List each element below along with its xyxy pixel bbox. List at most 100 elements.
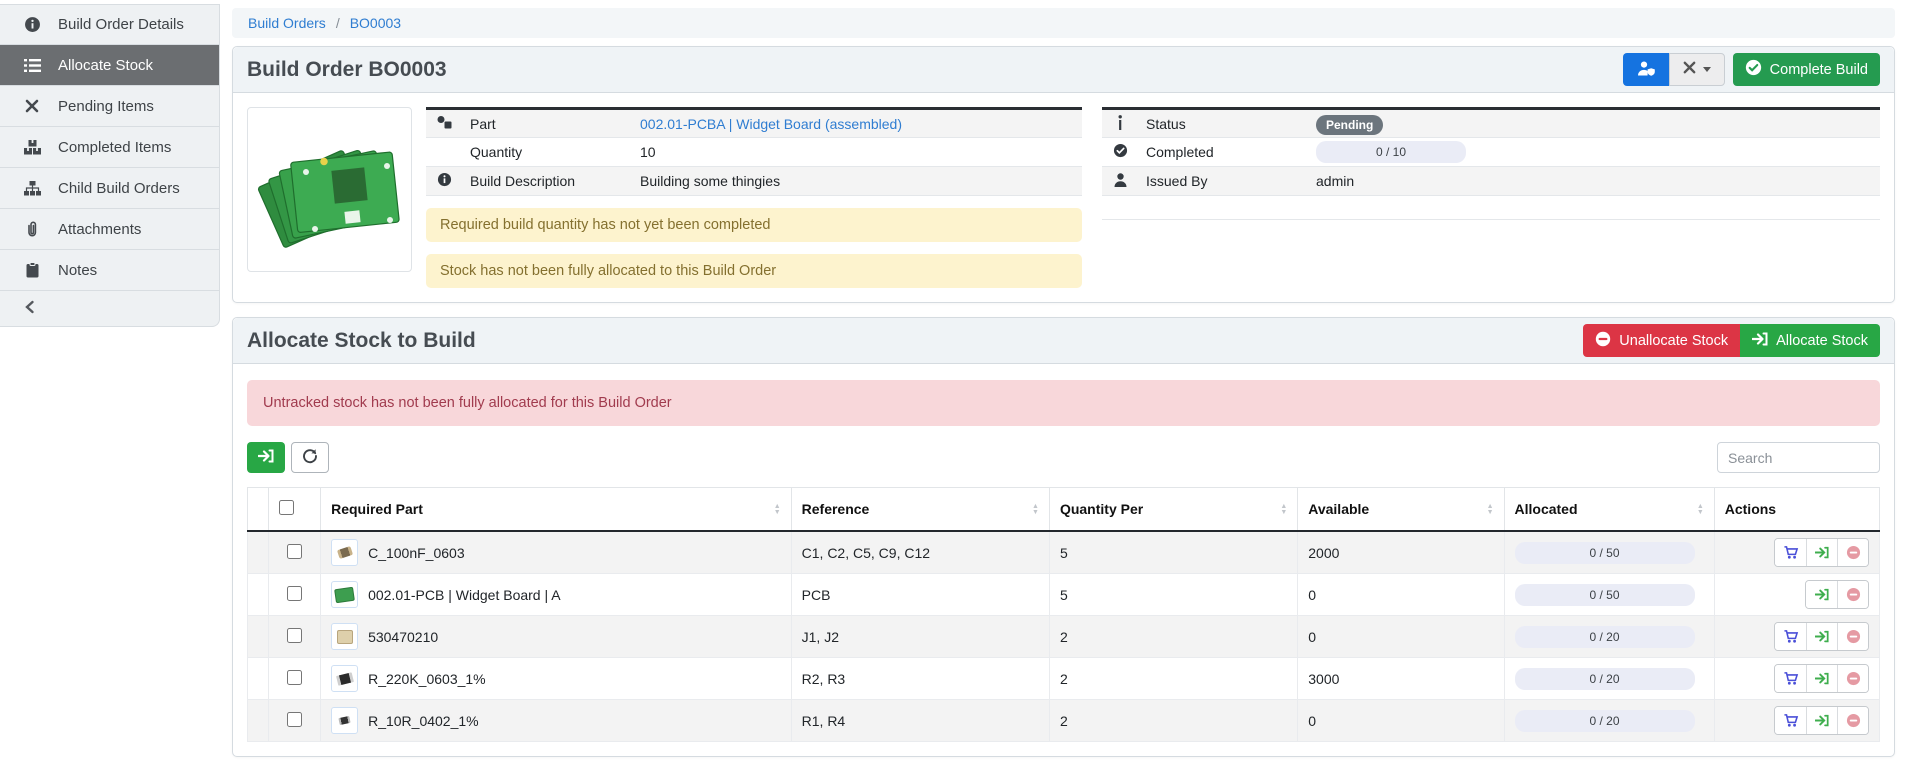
allocation-toolbar [247,442,1880,473]
reference-cell: R2, R3 [791,658,1049,700]
part-link[interactable]: R_220K_0603_1% [368,671,486,687]
allocate-stock-button[interactable]: Allocate Stock [1740,324,1880,357]
build-warning-allocation: Stock has not been fully allocated to th… [426,254,1082,288]
part-link[interactable]: R_10R_0402_1% [368,713,479,729]
allocate-stock-row-button[interactable] [1806,665,1837,692]
breadcrumb-link-build-orders[interactable]: Build Orders [248,15,326,31]
sidebar-item-allocate-stock[interactable]: Allocate Stock [0,45,220,86]
sort-icon [1487,504,1494,517]
part-thumbnail [331,665,358,692]
quantity-per-cell: 2 [1049,700,1297,742]
unallocate-stock-row-button[interactable] [1837,665,1868,692]
build-status-table: Status Pending Completed 0 / 10 [1102,107,1880,220]
search-input[interactable] [1717,442,1880,473]
buy-stock-button[interactable] [1775,665,1806,692]
untracked-stock-alert: Untracked stock has not been fully alloc… [247,380,1880,426]
available-cell: 0 [1298,700,1504,742]
allocate-stock-row-button[interactable] [1806,581,1837,608]
table-row: 002.01-PCB | Widget Board | A PCB 5 0 0 … [248,574,1880,616]
row-checkbox[interactable] [287,586,302,601]
build-warning-quantity: Required build quantity has not yet been… [426,208,1082,242]
row-checkbox[interactable] [287,544,302,559]
part-link[interactable]: 530470210 [368,629,438,645]
complete-build-button[interactable]: Complete Build [1733,53,1880,86]
tools-icon [22,98,42,114]
sidebar-item-label: Completed Items [58,139,171,156]
table-row: C_100nF_0603 C1, C2, C5, C9, C12 5 2000 … [248,531,1880,574]
unallocate-stock-row-button[interactable] [1837,707,1868,734]
allocate-panel-header: Allocate Stock to Build Unallocate Stock [233,318,1894,364]
reference-cell: J1, J2 [791,616,1049,658]
part-link[interactable]: C_100nF_0603 [368,545,465,561]
allocate-selected-button[interactable] [247,442,285,473]
breadcrumb-link-bo0003[interactable]: BO0003 [350,15,401,31]
boxes-icon [22,140,42,155]
info-circle-icon [437,174,452,190]
sidebar-item-attachments[interactable]: Attachments [0,209,220,250]
column-reference[interactable]: Reference [791,488,1049,532]
available-cell: 3000 [1298,658,1504,700]
sidebar: Build Order Details Allocate Stock Pendi… [0,0,220,771]
admin-actions-button[interactable] [1623,53,1669,86]
sidebar-item-label: Allocate Stock [58,57,153,74]
allocate-stock-row-button[interactable] [1806,707,1837,734]
detail-row-status: Status Pending [1102,109,1880,138]
quantity-per-cell: 2 [1049,616,1297,658]
quantity-per-cell: 2 [1049,658,1297,700]
column-allocated[interactable]: Allocated [1504,488,1714,532]
complete-build-label: Complete Build [1770,62,1868,78]
buy-stock-button[interactable] [1775,539,1806,566]
part-thumbnail [331,623,358,650]
sidebar-item-pending-items[interactable]: Pending Items [0,86,220,127]
header-actions: Complete Build [1623,53,1880,86]
row-checkbox[interactable] [287,712,302,727]
column-actions: Actions [1714,488,1879,532]
sidebar-item-notes[interactable]: Notes [0,250,220,291]
detail-row-completed: Completed 0 / 10 [1102,138,1880,167]
chevron-down-icon [1703,67,1711,72]
part-link[interactable]: 002.01-PCBA | Widget Board (assembled) [640,116,902,132]
allocate-panel-body: Untracked stock has not been fully alloc… [233,364,1894,756]
column-required-part[interactable]: Required Part [321,488,792,532]
clipboard-icon [22,262,42,278]
unallocate-stock-row-button[interactable] [1837,623,1868,650]
sidebar-item-child-build-orders[interactable]: Child Build Orders [0,168,220,209]
buy-stock-button[interactable] [1775,707,1806,734]
unallocate-stock-label: Unallocate Stock [1619,333,1728,349]
sidebar-item-label: Build Order Details [58,16,184,33]
refresh-button[interactable] [291,442,329,473]
detail-label: Part [462,109,632,138]
row-checkbox[interactable] [287,670,302,685]
unallocate-stock-button[interactable]: Unallocate Stock [1583,324,1740,357]
reference-cell: PCB [791,574,1049,616]
table-row: R_220K_0603_1% R2, R3 2 3000 0 / 20 [248,658,1880,700]
page-title: Build Order BO0003 [247,58,447,82]
breadcrumb-separator: / [336,15,340,31]
info-icon [1117,117,1123,133]
sort-icon [1032,504,1039,517]
row-checkbox[interactable] [287,628,302,643]
sidebar-collapse-button[interactable] [0,291,220,327]
detail-row-description: Build Description Building some thingies [426,167,1082,196]
detail-row-part: Part 002.01-PCBA | Widget Board (assembl… [426,109,1082,138]
allocate-stock-panel: Allocate Stock to Build Unallocate Stock [232,317,1895,757]
unallocate-stock-row-button[interactable] [1837,539,1868,566]
main-content: Build Orders / BO0003 Build Order BO0003 [220,0,1907,771]
reference-cell: R1, R4 [791,700,1049,742]
detail-value: Building some thingies [632,167,1082,196]
sort-icon [774,504,781,517]
unallocate-stock-row-button[interactable] [1837,581,1868,608]
allocate-stock-row-button[interactable] [1806,623,1837,650]
buy-stock-button[interactable] [1775,623,1806,650]
sidebar-item-completed-items[interactable]: Completed Items [0,127,220,168]
column-quantity-per[interactable]: Quantity Per [1049,488,1297,532]
build-actions-dropdown-button[interactable] [1669,53,1725,86]
status-badge: Pending [1316,115,1383,135]
app-window: Build Order Details Allocate Stock Pendi… [0,0,1907,771]
allocate-stock-row-button[interactable] [1806,539,1837,566]
sidebar-item-label: Pending Items [58,98,154,115]
select-all-checkbox[interactable] [279,500,294,515]
sidebar-item-build-order-details[interactable]: Build Order Details [0,4,220,45]
column-available[interactable]: Available [1298,488,1504,532]
part-link[interactable]: 002.01-PCB | Widget Board | A [368,587,561,603]
